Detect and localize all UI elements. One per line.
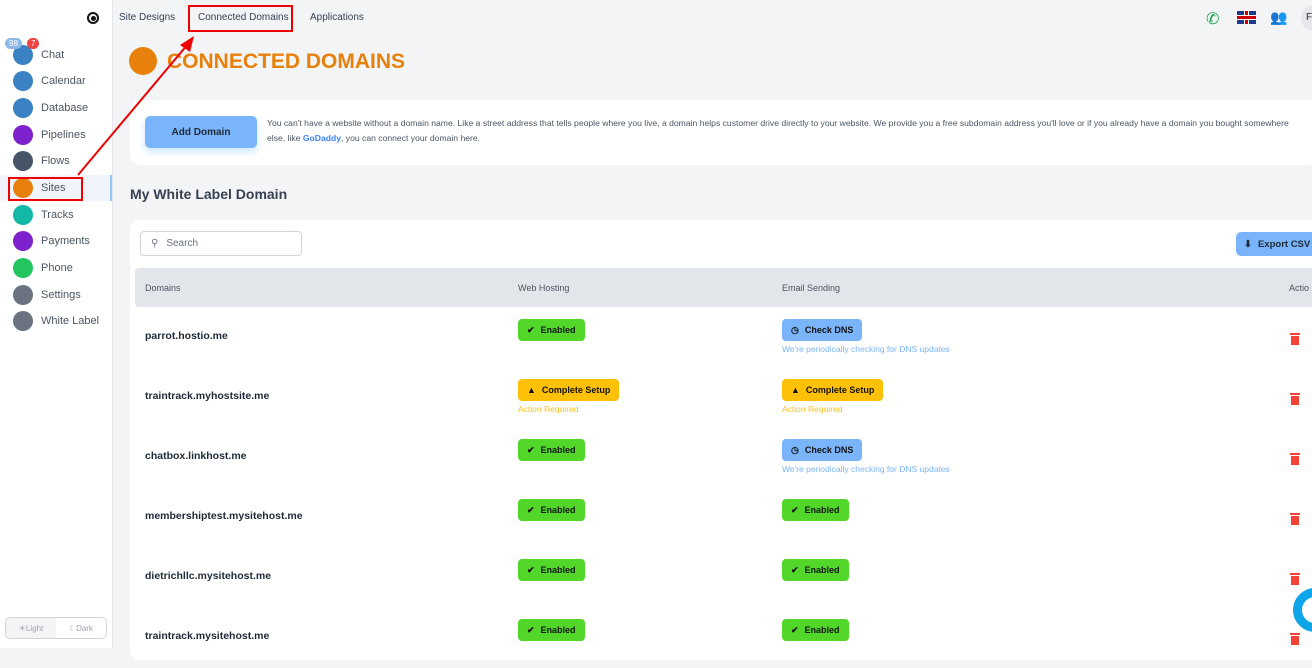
sidebar-item-tracks[interactable]: Tracks [0, 202, 112, 228]
theme-toggle[interactable]: ☀ Light ☾ Dark [5, 617, 107, 639]
delete-trash-icon[interactable] [1290, 333, 1300, 345]
web-hosting-status[interactable]: ✔ Enabled [518, 439, 585, 461]
col-domains: Domains [145, 283, 181, 293]
web-hosting-note: Action Required [518, 404, 579, 414]
domain-name: chatbox.linkhost.me [145, 450, 247, 462]
web-hosting-status[interactable]: ✔ Enabled [518, 319, 585, 341]
email-sending-status[interactable]: ✔ Enabled [782, 559, 849, 581]
domain-name: parrot.hostio.me [145, 330, 228, 342]
email-sending-status[interactable]: ▲ Complete Setup [782, 379, 884, 401]
check-circle-icon: ✔ [527, 444, 535, 455]
tab-applications[interactable]: Applications [310, 12, 364, 23]
sidebar-item-label: Settings [41, 289, 81, 301]
domain-name: traintrack.mysitehost.me [145, 630, 270, 642]
col-email-sending: Email Sending [782, 283, 841, 293]
check-circle-icon: ✔ [791, 624, 799, 635]
export-csv-button[interactable]: ⬇ Export CSV [1236, 232, 1312, 256]
tracks-icon [13, 205, 33, 225]
table-row: chatbox.linkhost.me ✔ Enabled ◷ Check DNS … [130, 428, 1312, 488]
table-row: membershiptest.mysitehost.me ✔ Enabled ✔ E… [130, 488, 1312, 548]
sidebar-item-label: White Label [41, 315, 100, 327]
domains-table-card: ⚲ Search ⬇ Export CSV Domains Web Hosting … [130, 220, 1312, 660]
godaddy-link[interactable]: GoDaddy [303, 133, 341, 143]
web-hosting-status[interactable]: ✔ Enabled [518, 619, 585, 641]
dark-mode-button[interactable]: ☾ Dark [56, 618, 106, 638]
sidebar-item-payments[interactable]: Payments [0, 228, 112, 254]
domain-name: membershiptest.mysitehost.me [145, 510, 303, 522]
check-circle-icon: ✔ [527, 624, 535, 635]
uk-flag-icon[interactable] [1237, 11, 1256, 24]
check-circle-icon: ✔ [527, 324, 535, 335]
table-row: parrot.hostio.me ✔ Enabled ◷ Check DNS We'… [130, 308, 1312, 368]
email-sending-status[interactable]: ✔ Enabled [782, 499, 849, 521]
sidebar-item-label: Payments [41, 235, 90, 247]
annotation-arrow [77, 36, 194, 176]
check-circle-icon: ✔ [527, 504, 535, 515]
search-input[interactable]: ⚲ Search [140, 231, 302, 256]
clock-icon: ◷ [791, 324, 799, 335]
sidebar-item-label: Tracks [41, 209, 74, 221]
warning-icon: ▲ [791, 385, 800, 395]
web-hosting-status[interactable]: ▲ Complete Setup [518, 379, 620, 401]
light-mode-button[interactable]: ☀ Light [6, 618, 56, 638]
payments-icon [13, 231, 33, 251]
warning-icon: ▲ [527, 385, 536, 395]
search-icon: ⚲ [151, 238, 159, 249]
white-label-icon [13, 311, 33, 331]
phone-icon [13, 258, 33, 278]
email-sending-note: We're periodically checking for DNS upda… [782, 464, 950, 474]
delete-trash-icon[interactable] [1290, 513, 1300, 525]
email-sending-note: Action Required [782, 404, 843, 414]
sidebar-item-white-label[interactable]: White Label [0, 308, 112, 334]
email-sending-note: We're periodically checking for DNS upda… [782, 344, 950, 354]
delete-trash-icon[interactable] [1290, 453, 1300, 465]
delete-trash-icon[interactable] [1290, 393, 1300, 405]
col-action: Actio [1289, 283, 1310, 293]
check-circle-icon: ✔ [791, 504, 799, 515]
email-sending-status[interactable]: ✔ Enabled [782, 619, 849, 641]
avatar[interactable]: F [1301, 5, 1312, 31]
clock-icon: ◷ [791, 444, 799, 455]
check-circle-icon: ✔ [527, 564, 535, 575]
email-sending-status[interactable]: ◷ Check DNS [782, 319, 863, 341]
web-hosting-status[interactable]: ✔ Enabled [518, 559, 585, 581]
delete-trash-icon[interactable] [1290, 573, 1300, 585]
table-row: traintrack.myhostsite.me ▲ Complete Setup… [130, 368, 1312, 428]
info-card: Add Domain You can't have a website with… [130, 100, 1312, 165]
table-row: traintrack.mysitehost.me ✔ Enabled ✔ Enabl… [130, 608, 1312, 668]
sidebar-item-settings[interactable]: Settings [0, 282, 112, 308]
info-text: You can't have a website without a domai… [267, 118, 1289, 143]
web-hosting-status[interactable]: ✔ Enabled [518, 499, 585, 521]
download-icon: ⬇ [1244, 238, 1252, 250]
delete-trash-icon[interactable] [1290, 633, 1300, 645]
settings-icon [13, 285, 33, 305]
domain-name: traintrack.myhostsite.me [145, 390, 270, 402]
check-circle-icon: ✔ [791, 564, 799, 575]
domain-name: dietrichllc.mysitehost.me [145, 570, 272, 582]
users-icon[interactable]: 👥 [1270, 9, 1287, 26]
table-header: Domains Web Hosting Email Sending Actio [135, 268, 1312, 307]
email-sending-status[interactable]: ◷ Check DNS [782, 439, 863, 461]
col-web-hosting: Web Hosting [518, 283, 570, 293]
sidebar-item-label: Phone [41, 262, 73, 274]
sidebar-item-phone[interactable]: Phone [0, 255, 112, 281]
table-row: dietrichllc.mysitehost.me ✔ Enabled ✔ Enab… [130, 548, 1312, 608]
phone-icon[interactable]: ✆ [1206, 9, 1219, 29]
